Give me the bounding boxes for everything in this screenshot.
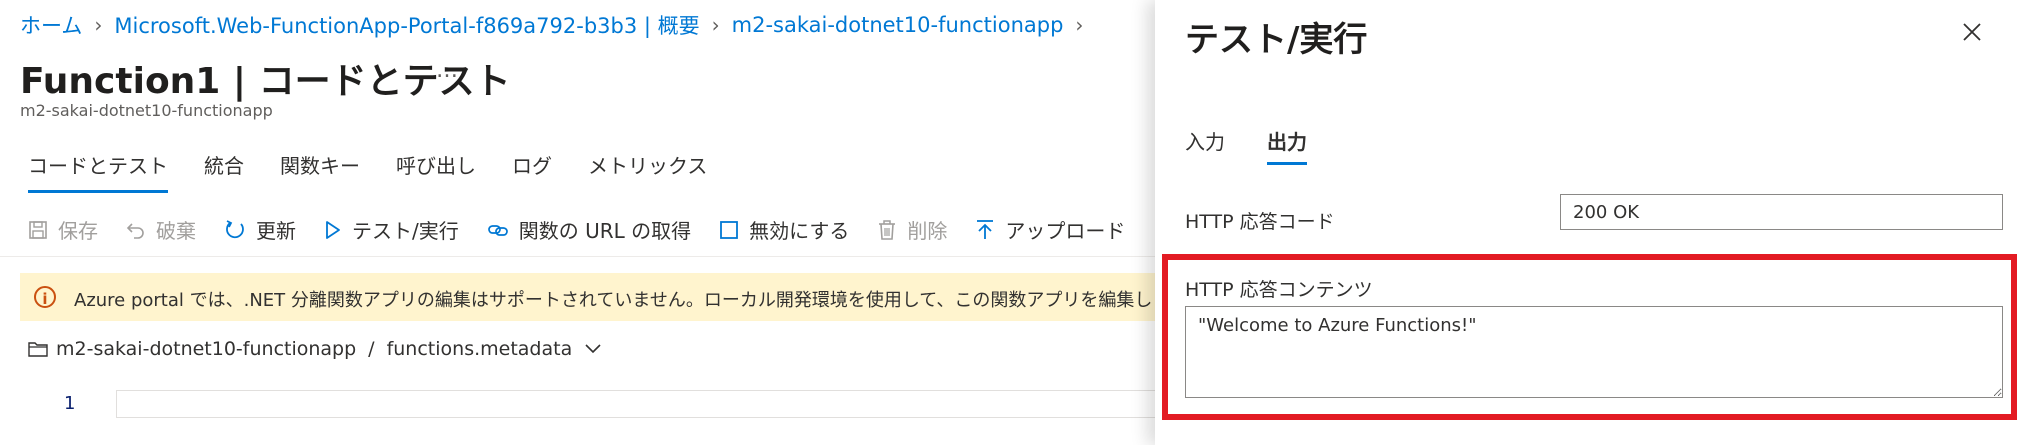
panel-tabs: 入力 出力: [1185, 126, 1349, 165]
refresh-icon: [226, 219, 244, 238]
breadcrumb-function-app[interactable]: m2-sakai-dotnet10-functionapp: [732, 13, 1064, 37]
refresh-label: 更新: [256, 219, 296, 243]
chevron-right-icon: ›: [1075, 13, 1084, 37]
play-icon: [326, 220, 340, 239]
chevron-down-icon[interactable]: [584, 343, 602, 355]
code-editor[interactable]: [116, 390, 1156, 418]
save-button[interactable]: 保存: [28, 215, 98, 244]
checkbox-icon: [720, 220, 739, 239]
tab-function-keys[interactable]: 関数キー: [280, 150, 360, 187]
test-run-label: テスト/実行: [352, 219, 459, 243]
trash-icon: [879, 219, 896, 240]
more-options-button[interactable]: …: [436, 58, 460, 83]
page-subtitle: m2-sakai-dotnet10-functionapp: [20, 101, 273, 120]
refresh-button[interactable]: 更新: [224, 215, 296, 244]
undo-icon: [126, 222, 144, 239]
delete-label: 削除: [907, 219, 948, 243]
panel-title: テスト/実行: [1185, 20, 1368, 60]
delete-button[interactable]: 削除: [877, 215, 947, 244]
breadcrumb: ホーム › Microsoft.Web-FunctionApp-Portal-f…: [20, 10, 1095, 40]
path-separator: /: [368, 338, 375, 360]
editor-line-number: 1: [64, 393, 76, 414]
http-status-code-field[interactable]: [1560, 194, 2003, 230]
tab-metrics[interactable]: メトリックス: [588, 150, 707, 187]
chevron-right-icon: ›: [711, 13, 720, 37]
folder-icon: [28, 342, 48, 357]
toolbar-divider: [0, 256, 1155, 257]
http-status-code-label: HTTP 応答コード: [1185, 211, 1335, 233]
tab-invocations[interactable]: 呼び出し: [396, 150, 476, 187]
get-function-url-label: 関数の URL の取得: [518, 219, 692, 243]
file-path-selector[interactable]: m2-sakai-dotnet10-functionapp / function…: [28, 338, 602, 360]
test-run-button[interactable]: テスト/実行: [324, 215, 459, 244]
disable-label: 無効にする: [749, 219, 850, 243]
get-function-url-button[interactable]: 関数の URL の取得: [487, 215, 691, 244]
http-response-content-field[interactable]: "Welcome to Azure Functions!": [1185, 306, 2003, 398]
command-toolbar: 保存 破棄 更新 テスト/実行 関数の URL の取得 無効にする 削除 アップ…: [28, 215, 1153, 244]
warning-banner-text: Azure portal では、.NET 分離関数アプリの編集はサポートされてい…: [74, 290, 1171, 311]
upload-button[interactable]: アップロード: [975, 215, 1125, 244]
save-label: 保存: [58, 219, 98, 243]
main-tabs: コードとテスト 統合 関数キー 呼び出し ログ メトリックス: [28, 150, 743, 193]
breadcrumb-home[interactable]: ホーム: [20, 10, 82, 40]
tab-output[interactable]: 出力: [1267, 126, 1307, 165]
upload-label: アップロード: [1005, 219, 1126, 243]
tab-logs[interactable]: ログ: [512, 150, 552, 187]
disable-button[interactable]: 無効にする: [719, 215, 849, 244]
info-icon: i: [34, 286, 56, 308]
breadcrumb-function-app-overview[interactable]: Microsoft.Web-FunctionApp-Portal-f869a79…: [114, 10, 699, 40]
folder-name: m2-sakai-dotnet10-functionapp: [56, 338, 357, 360]
discard-button[interactable]: 破棄: [126, 215, 196, 244]
save-icon: [29, 220, 47, 239]
chevron-right-icon: ›: [94, 13, 103, 37]
file-name: functions.metadata: [386, 338, 573, 360]
tab-input[interactable]: 入力: [1185, 126, 1225, 155]
close-icon[interactable]: [1962, 22, 1982, 42]
tab-integration[interactable]: 統合: [204, 150, 244, 187]
discard-label: 破棄: [156, 219, 196, 243]
link-icon: [487, 224, 508, 236]
http-response-content-label: HTTP 応答コンテンツ: [1185, 279, 1373, 301]
upload-icon: [977, 219, 994, 239]
tab-code-and-test[interactable]: コードとテスト: [28, 150, 168, 193]
